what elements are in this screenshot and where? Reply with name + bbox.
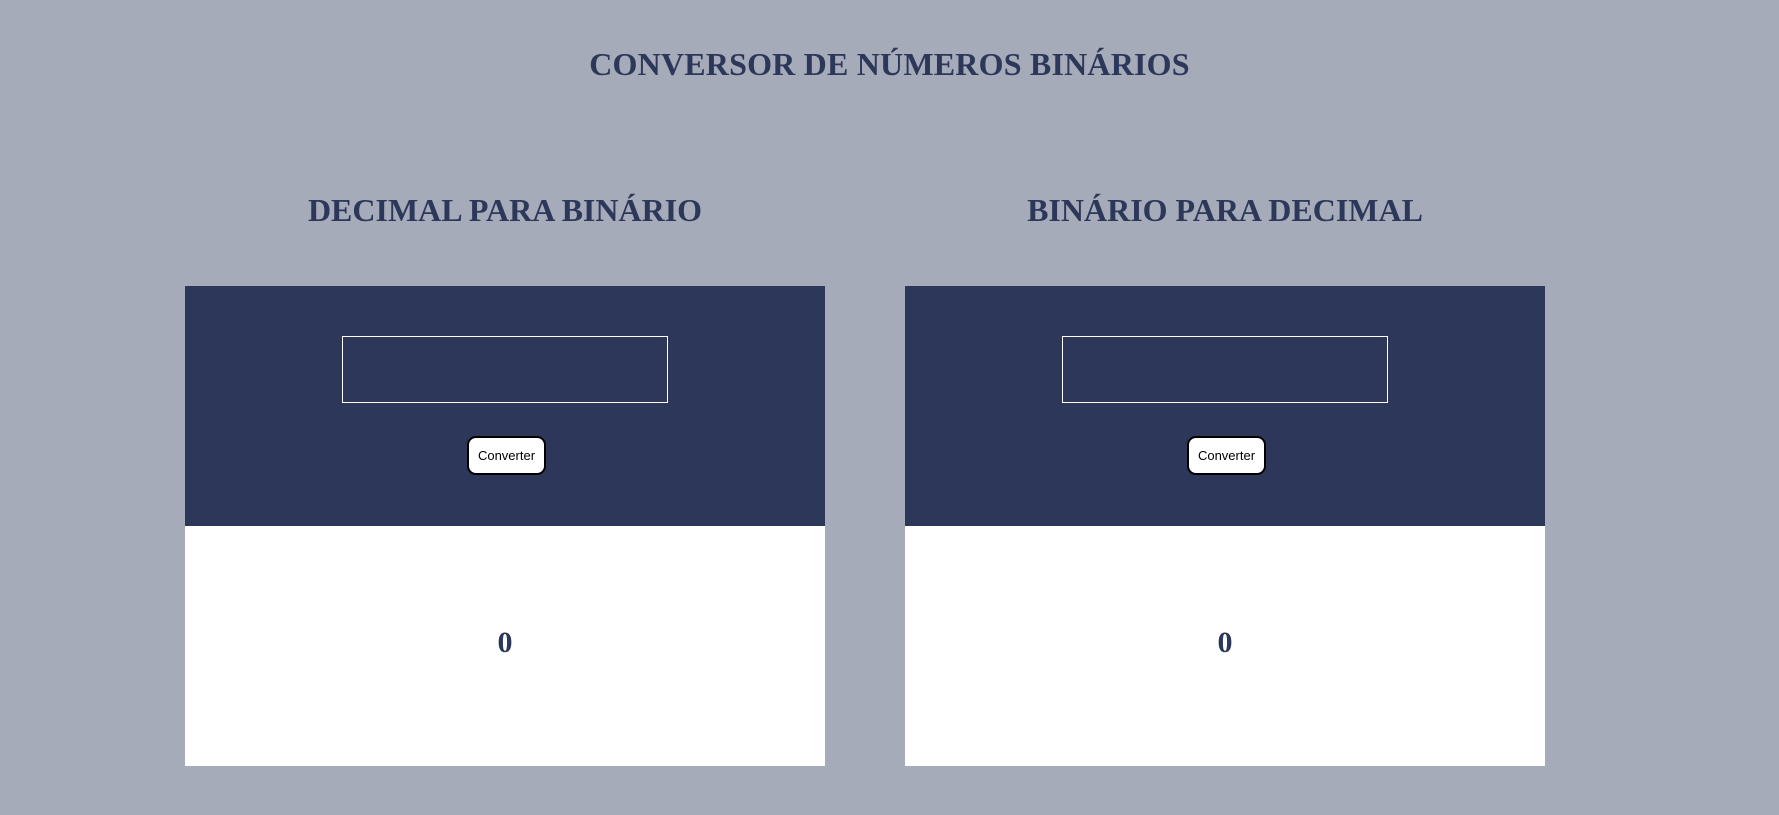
decimal-to-binary-panel: Converter 0 <box>185 286 825 766</box>
decimal-result: 0 <box>1217 626 1233 659</box>
binary-to-decimal-result-area: 0 <box>905 526 1545 766</box>
decimal-convert-button[interactable]: Converter <box>467 436 546 475</box>
decimal-to-binary-result-area: 0 <box>185 526 825 766</box>
binary-to-decimal-form: Converter <box>905 286 1545 526</box>
binary-to-decimal-title: BINÁRIO PARA DECIMAL <box>1027 192 1423 228</box>
binary-to-decimal-panel: Converter 0 <box>905 286 1545 766</box>
decimal-to-binary-title: DECIMAL PARA BINÁRIO <box>307 192 703 228</box>
binary-convert-button[interactable]: Converter <box>1187 436 1266 475</box>
decimal-input[interactable] <box>342 336 668 403</box>
binary-result: 0 <box>497 626 513 659</box>
binary-input[interactable] <box>1062 336 1388 403</box>
page-title: CONVERSOR DE NÚMEROS BINÁRIOS <box>589 46 1190 82</box>
decimal-to-binary-form: Converter <box>185 286 825 526</box>
